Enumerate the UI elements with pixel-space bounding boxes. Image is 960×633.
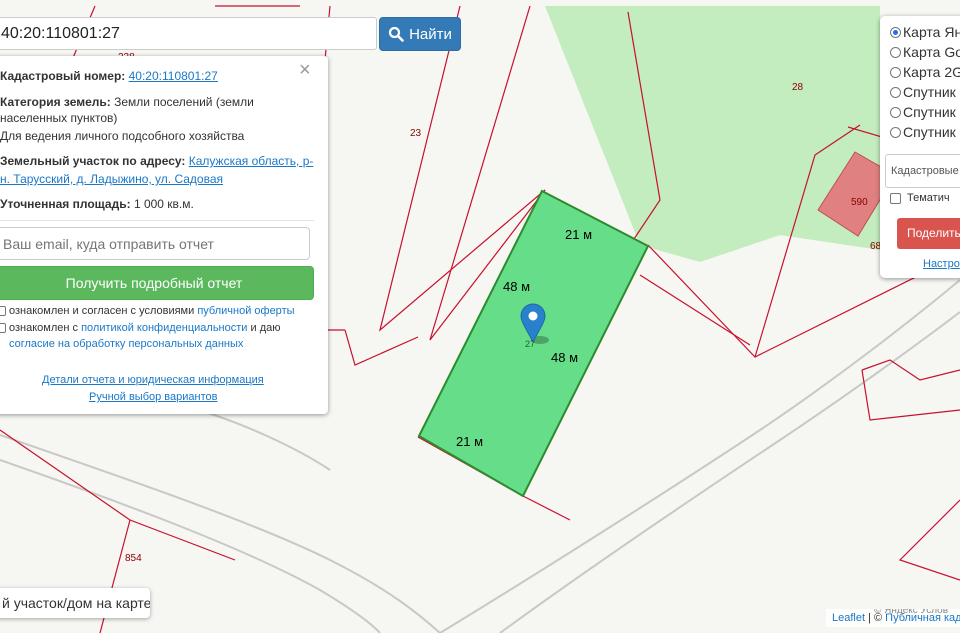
parcel-label-28: 28	[792, 82, 804, 93]
radio-icon[interactable]	[890, 66, 901, 78]
edge-length-left: 48 м	[503, 279, 530, 294]
layer-option-2gis[interactable]: Карта 2G	[890, 64, 960, 80]
address-link-cont[interactable]: н. Тарусский, д. Ладыжино, ул. Садовая	[0, 172, 223, 186]
search-box	[0, 17, 380, 50]
address-row: Земельный участок по адресу: Калужская о…	[0, 153, 313, 169]
parcel-label-23: 23	[410, 128, 422, 139]
details-link[interactable]: Детали отчета и юридическая информация	[42, 374, 264, 386]
parcel-label-590: 590	[851, 197, 868, 208]
map-attribution: © Яндекс Услов Leaflet | © Публичная кад	[826, 609, 960, 627]
tiles-attribution: © Яндекс Услов	[874, 609, 949, 616]
get-report-button[interactable]: Получить подробный отчет	[0, 266, 314, 300]
email-field[interactable]	[0, 227, 310, 260]
address-link[interactable]: Калужская область, р-	[189, 154, 314, 168]
settings-link[interactable]: Настро	[923, 258, 960, 270]
radio-icon[interactable]	[890, 86, 901, 98]
find-button[interactable]: Найти	[379, 17, 461, 51]
find-button-label: Найти	[409, 25, 452, 43]
layer-option-satellite-2[interactable]: Спутник	[890, 104, 956, 120]
category-value: Земли поселений (земли	[114, 95, 254, 109]
manual-selection-link[interactable]: Ручной выбор вариантов	[89, 391, 217, 403]
address-label: Земельный участок по адресу:	[0, 154, 186, 168]
parcel-label-854: 854	[125, 553, 142, 564]
category-row: Категория земель: Земли поселений (земли	[0, 94, 254, 110]
offer-consent-text: ознакомлен и согласен с условиями публич…	[9, 305, 295, 317]
search-icon	[388, 26, 404, 42]
layer-option-satellite-3[interactable]: Спутник	[890, 124, 956, 140]
cadastral-label: Кадастровый номер:	[0, 69, 126, 83]
overlay-select[interactable]: Кадастровые	[885, 154, 960, 188]
offer-consent-checkbox[interactable]	[0, 306, 6, 316]
edge-length-top: 21 м	[565, 227, 592, 242]
layer-option-satellite-1[interactable]: Спутник	[890, 84, 956, 100]
cadastral-link[interactable]: 40:20:110801:27	[129, 69, 218, 83]
privacy-consent-text: ознакомлен с политикой конфиденциальност…	[9, 322, 281, 334]
layer-option-google[interactable]: Карта Go	[890, 44, 960, 60]
category-value-cont: населенных пунктов)	[0, 111, 118, 125]
close-icon[interactable]: ×	[299, 60, 311, 80]
parcel-info-popup: × Кадастровый номер: 40:20:110801:27 Кат…	[0, 56, 328, 414]
checkbox-icon[interactable]	[890, 192, 901, 204]
personal-data-link[interactable]: согласие на обработку персональных данны…	[9, 338, 243, 350]
layer-option-yandex[interactable]: Карта Ян	[890, 24, 960, 40]
privacy-consent-checkbox[interactable]	[0, 323, 6, 333]
edge-length-right: 48 м	[551, 350, 578, 365]
radio-icon[interactable]	[890, 46, 901, 58]
share-button[interactable]: Поделить	[897, 218, 960, 249]
thematic-toggle[interactable]: Тематич	[890, 192, 950, 204]
area-label: Уточненная площадь:	[0, 197, 131, 211]
edge-length-bottom: 21 м	[456, 434, 483, 449]
leaflet-link[interactable]: Leaflet	[832, 612, 865, 624]
area-row: Уточненная площадь: 1 000 кв.м.	[0, 196, 194, 212]
cadastral-row: Кадастровый номер: 40:20:110801:27	[0, 68, 218, 84]
privacy-link[interactable]: политикой конфиденциальности	[81, 322, 247, 334]
radio-icon[interactable]	[890, 126, 901, 138]
area-value: 1 000 кв.м.	[133, 197, 194, 211]
land-purpose: Для ведения личного подсобного хозяйства	[0, 129, 245, 143]
divider	[0, 220, 314, 221]
offer-link[interactable]: публичной оферты	[197, 305, 294, 317]
radio-icon[interactable]	[890, 26, 901, 38]
layer-switcher: Карта Ян Карта Go Карта 2G Спутник Спутн…	[880, 16, 960, 278]
radio-icon[interactable]	[890, 106, 901, 118]
search-input[interactable]	[0, 18, 380, 49]
find-on-map-prompt[interactable]: й участок/дом на карте?	[0, 588, 150, 618]
category-label: Категория земель:	[0, 95, 111, 109]
